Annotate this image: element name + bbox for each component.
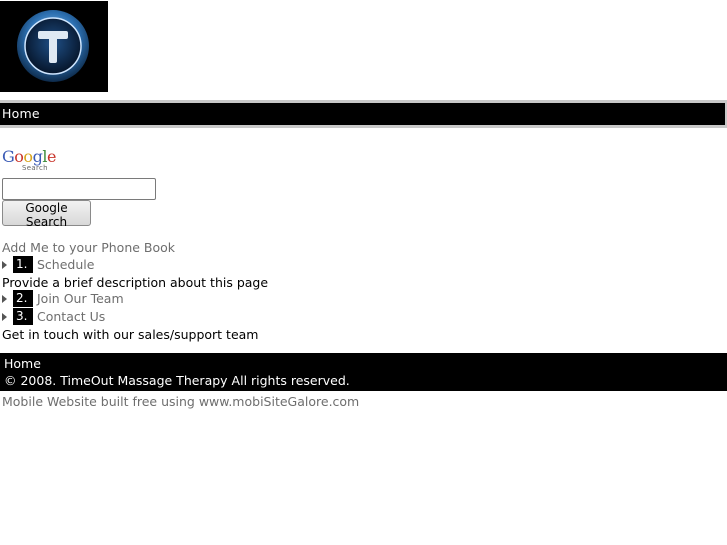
arrow-right-icon — [2, 260, 7, 269]
google-logo-sub: Search — [22, 164, 48, 172]
footer: Home © 2008. TimeOut Massage Therapy All… — [0, 353, 727, 391]
menu-description: Get in touch with our sales/support team — [2, 327, 259, 342]
top-nav-inner: Home — [0, 103, 725, 125]
menu-number: 3. — [13, 308, 33, 325]
phonebook-link[interactable]: Add Me to your Phone Book — [2, 240, 175, 255]
menu-number: 1. — [13, 256, 33, 273]
menu-label[interactable]: Schedule — [37, 257, 94, 272]
menu-label[interactable]: Contact Us — [37, 309, 105, 324]
google-logo: Google Search — [2, 148, 62, 176]
menu-description: Provide a brief description about this p… — [2, 275, 269, 290]
site-builder-credit-link[interactable]: Mobile Website built free using www.mobi… — [2, 394, 359, 409]
menu-item-schedule[interactable]: 1. Schedule — [2, 256, 94, 273]
nav-home-link[interactable]: Home — [2, 106, 40, 121]
site-logo[interactable] — [0, 1, 108, 92]
search-input[interactable] — [2, 178, 156, 200]
menu-label[interactable]: Join Our Team — [37, 291, 124, 306]
top-nav: Home — [0, 100, 727, 128]
arrow-right-icon — [2, 312, 7, 321]
google-search-button[interactable]: Google Search — [2, 200, 91, 229]
logo-t-icon — [17, 10, 89, 82]
menu-item-join-our-team[interactable]: 2. Join Our Team — [2, 290, 124, 307]
footer-home-link[interactable]: Home — [4, 356, 41, 371]
menu-item-contact-us[interactable]: 3. Contact Us — [2, 308, 105, 325]
menu-number: 2. — [13, 290, 33, 307]
copyright-text: © 2008. TimeOut Massage Therapy All righ… — [4, 373, 350, 388]
arrow-right-icon — [2, 294, 7, 303]
